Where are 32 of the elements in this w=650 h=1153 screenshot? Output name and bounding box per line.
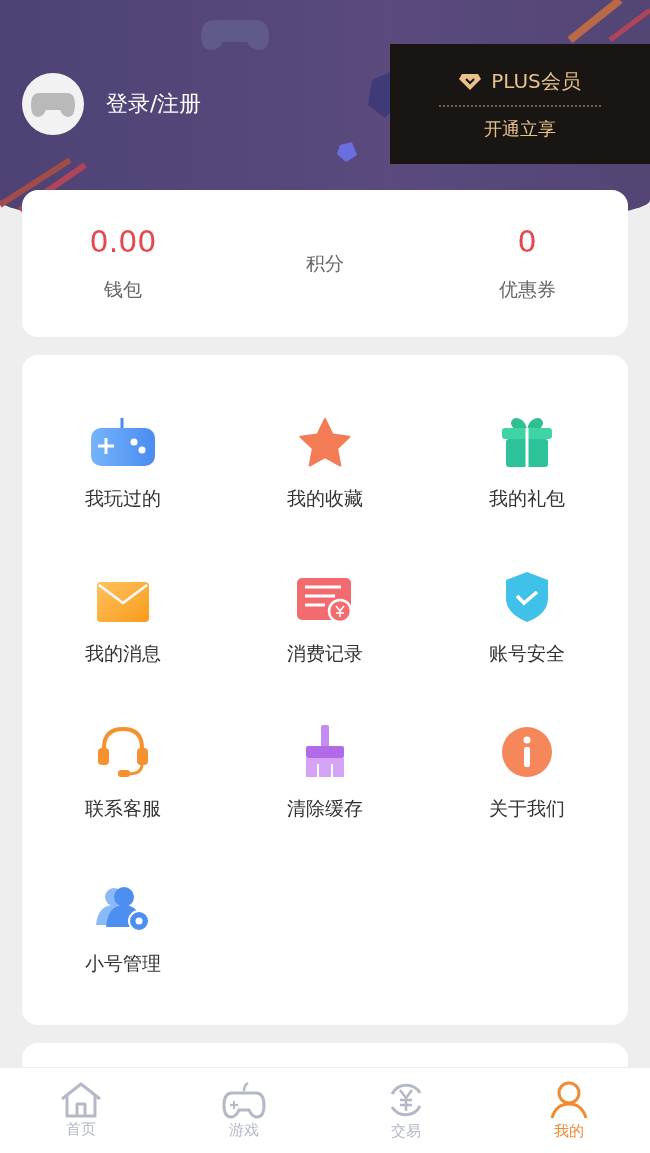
star-icon — [299, 418, 351, 468]
menu-item-label[interactable]: 我玩过的 — [85, 486, 161, 512]
stat-label[interactable]: 钱包 — [104, 277, 142, 303]
stat-value: 0 — [517, 224, 537, 259]
plus-membership-button[interactable]: PLUS会员 开通立享 — [390, 44, 650, 164]
gift-icon — [501, 416, 553, 468]
info-icon — [501, 726, 553, 778]
menu-item-label[interactable]: 我的礼包 — [489, 486, 565, 512]
stat-label[interactable]: 优惠券 — [498, 277, 556, 303]
menu-item-label[interactable]: 清除缓存 — [287, 796, 363, 822]
menu-item-label[interactable]: 联系客服 — [85, 796, 161, 822]
login-register-link[interactable]: 登录/注册 — [106, 89, 202, 119]
menu-item-label[interactable]: 账号安全 — [489, 641, 565, 667]
envelope-icon — [96, 581, 150, 623]
menu-item-label[interactable]: 我的消息 — [85, 641, 161, 667]
headset-icon — [96, 726, 150, 778]
menu-item-label[interactable]: 小号管理 — [85, 951, 161, 977]
gamepad-icon — [90, 418, 156, 468]
gamepad-icon — [221, 1081, 266, 1119]
home-icon — [59, 1082, 104, 1118]
stat-label[interactable]: 积分 — [306, 250, 344, 277]
menu-item-label[interactable]: 关于我们 — [489, 796, 565, 822]
receipt-icon — [296, 577, 354, 623]
stat-value: 0.00 — [89, 224, 157, 259]
plus-title: PLUS会员 — [491, 67, 581, 95]
menu-item-label[interactable]: 我的收藏 — [287, 486, 363, 512]
menu-item-label[interactable]: 消费记录 — [287, 641, 363, 667]
brush-icon — [303, 724, 347, 778]
diamond-icon — [459, 72, 482, 90]
person-icon — [548, 1080, 589, 1120]
plus-action: 开通立享 — [484, 116, 556, 141]
shield-check-icon — [504, 571, 550, 623]
